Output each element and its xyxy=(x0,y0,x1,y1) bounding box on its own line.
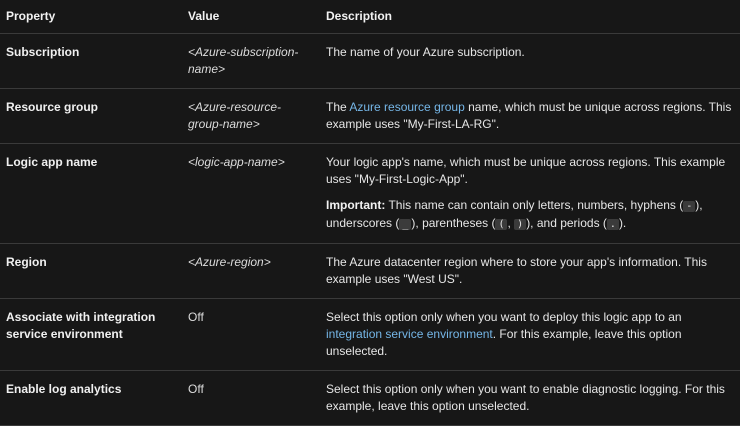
table-row-log-analytics: Enable log analytics Off Select this opt… xyxy=(0,370,740,426)
property-cell: Subscription xyxy=(0,33,182,89)
description-text: Your logic app's name, which must be uni… xyxy=(326,155,726,186)
important-note: Important: This name can contain only le… xyxy=(326,197,734,233)
description-text: The name of your Azure subscription. xyxy=(326,45,525,59)
description-text: The Azure resource group name, which mus… xyxy=(326,99,734,133)
value-cell: Off xyxy=(182,370,320,426)
value-cell: <Azure-region> xyxy=(182,243,320,299)
description-text: Select this option only when you want to… xyxy=(326,309,734,360)
azure-resource-group-link[interactable]: Azure resource group xyxy=(349,100,464,114)
property-cell: Logic app name xyxy=(0,143,182,244)
description-text: The Azure datacenter region where to sto… xyxy=(326,255,707,286)
code-chip-paren-close: ) xyxy=(514,219,527,230)
code-chip-underscore: _ xyxy=(399,219,412,230)
description-pre: The xyxy=(326,100,350,114)
value-cell: <Azure-subscription-name> xyxy=(182,33,320,89)
property-cell: Region xyxy=(0,243,182,299)
value-cell: <logic-app-name> xyxy=(182,143,320,244)
header-description: Description xyxy=(320,0,740,34)
note-text: This name can contain only letters, numb… xyxy=(385,198,684,212)
header-value: Value xyxy=(182,0,320,34)
important-label: Important: xyxy=(326,198,386,212)
property-cell: Enable log analytics xyxy=(0,370,182,426)
code-chip-hyphen: - xyxy=(683,201,696,212)
note-text: ). xyxy=(618,216,627,230)
table-header-row: Property Value Description xyxy=(0,0,740,34)
table-row-subscription: Subscription <Azure-subscription-name> T… xyxy=(0,33,740,89)
properties-table: Property Value Description Subscription … xyxy=(0,0,740,426)
description-text: Select this option only when you want to… xyxy=(326,382,725,413)
description-cell: The name of your Azure subscription. xyxy=(320,33,740,89)
code-chip-paren-open: ( xyxy=(495,219,508,230)
description-pre: Select this option only when you want to… xyxy=(326,310,682,324)
table-row-region: Region <Azure-region> The Azure datacent… xyxy=(0,243,740,299)
description-cell: Select this option only when you want to… xyxy=(320,298,740,371)
table-row-logic-app-name: Logic app name <logic-app-name> Your log… xyxy=(0,143,740,244)
description-cell: The Azure resource group name, which mus… xyxy=(320,88,740,144)
property-cell: Resource group xyxy=(0,88,182,144)
code-chip-period: . xyxy=(606,219,619,230)
note-text: ), parentheses ( xyxy=(411,216,496,230)
value-cell: Off xyxy=(182,298,320,371)
description-cell: Select this option only when you want to… xyxy=(320,370,740,426)
description-cell: Your logic app's name, which must be uni… xyxy=(320,143,740,244)
note-text: ), and periods ( xyxy=(526,216,607,230)
integration-service-environment-link[interactable]: integration service environment xyxy=(326,327,493,341)
value-cell: <Azure-resource-group-name> xyxy=(182,88,320,144)
table-row-resource-group: Resource group <Azure-resource-group-nam… xyxy=(0,88,740,144)
property-cell: Associate with integration service envir… xyxy=(0,298,182,371)
table-row-ise: Associate with integration service envir… xyxy=(0,298,740,371)
description-cell: The Azure datacenter region where to sto… xyxy=(320,243,740,299)
header-property: Property xyxy=(0,0,182,34)
